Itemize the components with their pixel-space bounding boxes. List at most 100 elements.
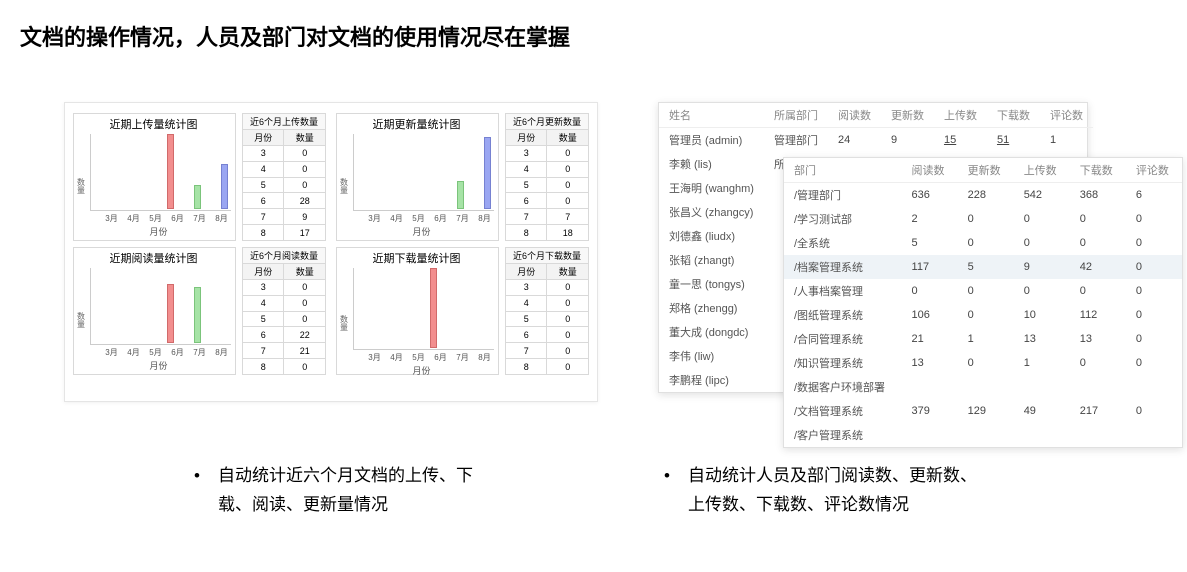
- x-tick: 5月: [409, 352, 428, 363]
- table-cell: 0: [958, 279, 1014, 303]
- chart-data-table: 近6个月更新数量月份数量3040506077818: [505, 113, 589, 241]
- table-cell: 112: [1070, 303, 1126, 327]
- table-cell: 0: [1126, 351, 1182, 375]
- mini-table-row: 628: [243, 193, 326, 209]
- table-row[interactable]: /知识管理系统130100: [784, 351, 1182, 375]
- table-cell: 636: [902, 183, 958, 208]
- mini-table-cell: 3: [243, 280, 284, 296]
- mini-table-cell: 0: [547, 177, 589, 193]
- mini-table-cell: 6: [243, 327, 284, 343]
- mini-table-cell: 7: [243, 209, 284, 225]
- table-row[interactable]: /合同管理系统21113130: [784, 327, 1182, 351]
- table-row[interactable]: /数据客户环境部署: [784, 375, 1182, 399]
- mini-table-row: 30: [243, 280, 326, 296]
- table-cell: [1070, 423, 1126, 447]
- table-row[interactable]: /文档管理系统379129492170: [784, 399, 1182, 423]
- table-row[interactable]: 管理员 (admin)管理部门24915511: [659, 128, 1093, 153]
- bullet-dot-icon: •: [194, 462, 200, 520]
- table-cell: 0: [1126, 231, 1182, 255]
- mini-table-row: 40: [243, 161, 326, 177]
- x-tick: 3月: [365, 352, 384, 363]
- mini-table-row: 50: [243, 311, 326, 327]
- mini-table-row: 50: [506, 177, 589, 193]
- chart-cell: 近期阅读量统计图数量3月4月5月6月7月8月月份近6个月阅读数量月份数量3040…: [73, 247, 326, 375]
- mini-table-cell: 8: [506, 359, 547, 375]
- x-tick: 8月: [475, 352, 494, 363]
- table-cell: /学习测试部: [784, 207, 902, 231]
- chart-cell: 近期下载量统计图数量3月4月5月6月7月8月月份近6个月下载数量月份数量3040…: [336, 247, 589, 375]
- table-cell: 49: [1014, 399, 1070, 423]
- mini-table-cell: 0: [284, 280, 326, 296]
- mini-table-cell: 5: [243, 177, 284, 193]
- charts-panel: 近期上传量统计图数量3月4月5月6月7月8月月份近6个月上传数量月份数量3040…: [64, 102, 598, 402]
- x-tick: 3月: [365, 213, 384, 224]
- x-tick: 5月: [146, 213, 165, 224]
- mini-table-cell: 0: [547, 161, 589, 177]
- table-row[interactable]: /档案管理系统11759420: [784, 255, 1182, 279]
- table-row[interactable]: /图纸管理系统1060101120: [784, 303, 1182, 327]
- table-header: 所属部门: [764, 103, 828, 128]
- x-tick: 8月: [475, 213, 494, 224]
- table-cell: 1: [958, 327, 1014, 351]
- mini-table-cell: 7: [243, 343, 284, 359]
- chart-title: 近期更新量统计图: [339, 116, 494, 132]
- y-axis-label: 数量: [339, 134, 349, 238]
- mini-table-cell: 0: [284, 359, 326, 375]
- y-axis-label: 数量: [339, 268, 349, 377]
- table-cell: 0: [1126, 207, 1182, 231]
- mini-table-row: 721: [243, 343, 326, 359]
- mini-table-row: 50: [243, 177, 326, 193]
- table-cell: [902, 423, 958, 447]
- mini-table-title: 近6个月阅读数量: [243, 248, 326, 264]
- mini-table-row: 30: [506, 146, 589, 162]
- table-cell: /图纸管理系统: [784, 303, 902, 327]
- table-cell: 0: [1070, 231, 1126, 255]
- mini-table-title: 近6个月下载数量: [506, 248, 589, 264]
- table-header: 下载数: [1070, 158, 1126, 183]
- mini-table-row: 80: [506, 359, 589, 375]
- table-cell: /文档管理系统: [784, 399, 902, 423]
- table-row[interactable]: /全系统50000: [784, 231, 1182, 255]
- mini-table-header: 月份: [243, 130, 284, 146]
- table-row[interactable]: /客户管理系统: [784, 423, 1182, 447]
- table-row[interactable]: /学习测试部20000: [784, 207, 1182, 231]
- chart-data-table: 近6个月下载数量月份数量304050607080: [505, 247, 589, 375]
- table-cell: [1014, 423, 1070, 447]
- mini-table-cell: 0: [547, 343, 589, 359]
- mini-table-row: 30: [506, 280, 589, 296]
- mini-table-row: 30: [243, 146, 326, 162]
- table-cell: 0: [1126, 303, 1182, 327]
- table-cell: 管理员 (admin): [659, 128, 764, 153]
- mini-table-cell: 4: [506, 161, 547, 177]
- table-cell: 张韬 (zhangt): [659, 248, 764, 272]
- table-cell: 13: [1070, 327, 1126, 351]
- mini-table-cell: 17: [284, 225, 326, 241]
- table-cell: 郑格 (zhengg): [659, 296, 764, 320]
- chart-title: 近期上传量统计图: [76, 116, 231, 132]
- table-cell: 0: [1070, 351, 1126, 375]
- chart-bar: [167, 284, 174, 343]
- mini-table-row: 77: [506, 209, 589, 225]
- x-tick: 7月: [190, 213, 209, 224]
- mini-table-cell: 8: [243, 359, 284, 375]
- table-cell: 0: [1070, 279, 1126, 303]
- table-row[interactable]: /人事档案管理00000: [784, 279, 1182, 303]
- table-cell: /数据客户环境部署: [784, 375, 902, 399]
- mini-table-title: 近6个月上传数量: [243, 114, 326, 130]
- table-cell: 李赖 (lis): [659, 152, 764, 176]
- x-tick: 6月: [431, 213, 450, 224]
- table-cell: 管理部门: [764, 128, 828, 153]
- dept-stats-table: 部门阅读数更新数上传数下载数评论数/管理部门6362285423686/学习测试…: [783, 157, 1183, 448]
- mini-table-header: 数量: [547, 264, 589, 280]
- table-cell: 2: [902, 207, 958, 231]
- mini-table-header: 月份: [243, 264, 284, 280]
- mini-table-cell: 5: [243, 311, 284, 327]
- mini-table-row: 50: [506, 311, 589, 327]
- table-row[interactable]: /管理部门6362285423686: [784, 183, 1182, 208]
- chart-data-table: 近6个月阅读数量月份数量30405062272180: [242, 247, 326, 375]
- table-cell: 0: [1126, 327, 1182, 351]
- table-cell: 42: [1070, 255, 1126, 279]
- table-cell: /全系统: [784, 231, 902, 255]
- chart: 近期更新量统计图数量3月4月5月6月7月8月月份: [336, 113, 499, 241]
- x-tick: 8月: [212, 213, 231, 224]
